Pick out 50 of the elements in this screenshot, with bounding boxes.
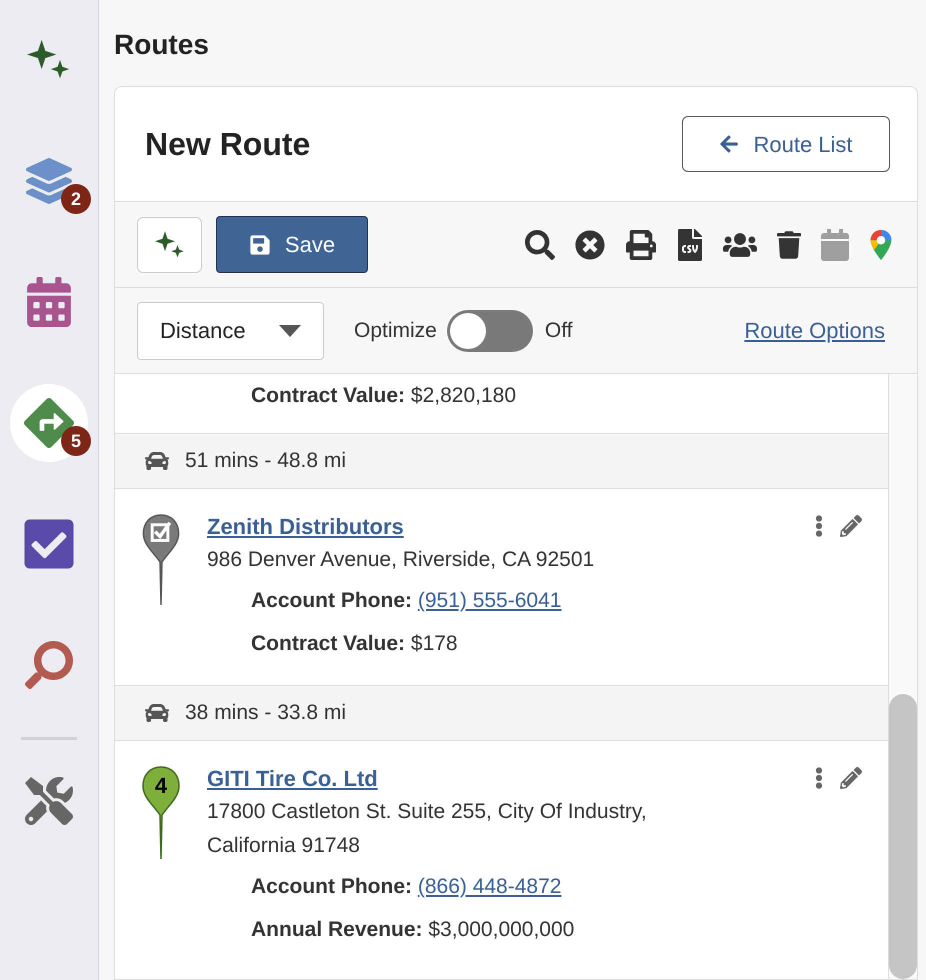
field-value: $3,000,000,000	[428, 918, 574, 941]
optimize-label: Optimize	[354, 318, 437, 344]
csv-file-icon[interactable]	[677, 228, 703, 260]
field-label: Contract Value:	[251, 632, 406, 655]
tools-icon	[25, 777, 73, 825]
sparkle-icon	[154, 230, 184, 260]
arrow-left-icon	[719, 134, 740, 154]
count-badge: 2	[61, 184, 91, 214]
edit-icon[interactable]	[840, 767, 862, 789]
sort-dropdown[interactable]: Distance	[137, 302, 324, 360]
map-pin-icon[interactable]	[869, 228, 893, 260]
field-value: $178	[410, 632, 458, 655]
page-title: Routes	[114, 28, 210, 62]
route-list-button[interactable]: Route List	[682, 116, 890, 172]
search-icon[interactable]	[525, 230, 555, 260]
customer-name-link[interactable]: GITI Tire Co. Ltd	[207, 763, 378, 795]
toggle-state-text: Off	[544, 318, 572, 344]
field-label: Account Phone:	[251, 875, 412, 898]
save-icon	[248, 234, 271, 256]
search-icon	[25, 641, 73, 689]
save-button[interactable]: Save	[216, 216, 368, 273]
route-title: New Route	[145, 125, 310, 164]
drive-time-text: 51 mins - 48.8 mi	[185, 448, 346, 474]
phone-link[interactable]: (951) 555-6041	[418, 589, 562, 612]
close-circle-icon[interactable]	[575, 230, 605, 260]
calendar-icon	[25, 277, 73, 327]
sidebar-item[interactable]: 5	[10, 384, 88, 462]
address-text: 17800 Castleton St. Suite 255, City Of Industry, California 91748	[207, 799, 648, 859]
edit-icon[interactable]	[840, 515, 862, 537]
optimize-toggle[interactable]	[446, 310, 533, 352]
count-badge: 5	[61, 426, 91, 456]
car-icon	[143, 449, 171, 473]
field-label: Annual Revenue:	[251, 918, 423, 941]
caret-icon	[279, 324, 301, 336]
printer-icon[interactable]	[625, 230, 657, 260]
car-icon	[143, 701, 171, 725]
drive-time-text: 38 mins - 33.8 mi	[185, 700, 346, 726]
trash-icon[interactable]	[777, 230, 801, 258]
customer-name-link[interactable]: Zenith Distributors	[207, 511, 404, 543]
field-label: Contract Value:	[251, 384, 406, 407]
sparkle-button[interactable]	[137, 216, 202, 272]
phone-link[interactable]: (866) 448-4872	[418, 875, 562, 898]
route-options-link[interactable]: Route Options	[744, 314, 885, 347]
scrollbar[interactable]	[889, 374, 917, 979]
address-text: 986 Denver Avenue, Riverside, CA 92501	[207, 547, 596, 573]
field-label: Account Phone:	[251, 589, 412, 612]
field-value: $2,820,180	[410, 384, 516, 407]
sidebar-item[interactable]: 2	[10, 142, 88, 220]
numbered-pin: 4	[141, 765, 181, 861]
checked-pin-icon	[141, 513, 181, 607]
